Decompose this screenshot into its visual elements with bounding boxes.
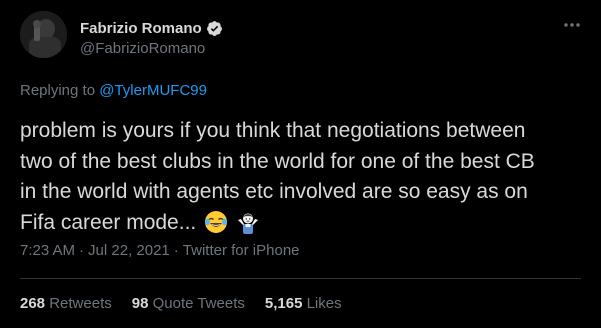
retweets-stat[interactable]: 268 Retweets	[20, 295, 112, 312]
author-block: Fabrizio Romano @FabrizioRomano	[80, 19, 223, 57]
quote-tweets-stat[interactable]: 98 Quote Tweets	[132, 295, 245, 312]
face-with-tears-of-joy-icon	[204, 210, 228, 234]
tweet-source-link[interactable]: Twitter for iPhone	[183, 242, 300, 259]
tweet-text-line: Fifa career mode...	[20, 210, 197, 234]
tweet-time-link[interactable]: 7:23 AM	[20, 242, 75, 259]
tweet-text-line: problem is yours if you think that negot…	[20, 119, 526, 142]
likes-label: Likes	[306, 295, 342, 312]
tweet-text-line: two of the best clubs in the world for o…	[20, 149, 535, 173]
replying-prefix: Replying to	[20, 82, 96, 99]
tweet-date-link[interactable]: Jul 22, 2021	[88, 242, 170, 259]
tweet-text-line-last: Fifa career mode...	[20, 208, 585, 239]
tweet-meta: 7:23 AM · Jul 22, 2021 · Twitter for iPhone	[20, 242, 300, 259]
person-shrugging-icon	[236, 210, 260, 234]
avatar[interactable]	[20, 11, 67, 58]
quote-tweets-count: 98	[131, 295, 149, 312]
meta-separator: ·	[173, 242, 179, 259]
retweets-count: 268	[20, 295, 46, 312]
meta-separator: ·	[79, 242, 85, 259]
name-row: Fabrizio Romano	[80, 19, 223, 37]
quote-tweets-label: Quote Tweets	[152, 295, 245, 312]
replying-to: Replying to @TylerMUFC99	[20, 82, 207, 99]
more-options-icon[interactable]	[562, 15, 582, 35]
likes-stat[interactable]: 5,165 Likes	[265, 295, 342, 312]
reply-mention-link[interactable]: @TylerMUFC99	[99, 82, 207, 99]
tweet-card: Fabrizio Romano @FabrizioRomano Replying…	[0, 0, 601, 328]
retweets-label: Retweets	[49, 295, 112, 312]
tweet-text: problem is yours if you think that negot…	[20, 116, 585, 238]
handle[interactable]: @FabrizioRomano	[80, 40, 223, 57]
display-name[interactable]: Fabrizio Romano	[80, 20, 202, 37]
likes-count: 5,165	[264, 295, 303, 312]
engagement-stats: 268 Retweets 98 Quote Tweets 5,165 Likes	[20, 295, 362, 312]
divider	[20, 278, 581, 279]
tweet-text-line: in the world with agents etc involved ar…	[20, 180, 528, 203]
verified-badge-icon	[206, 20, 223, 37]
